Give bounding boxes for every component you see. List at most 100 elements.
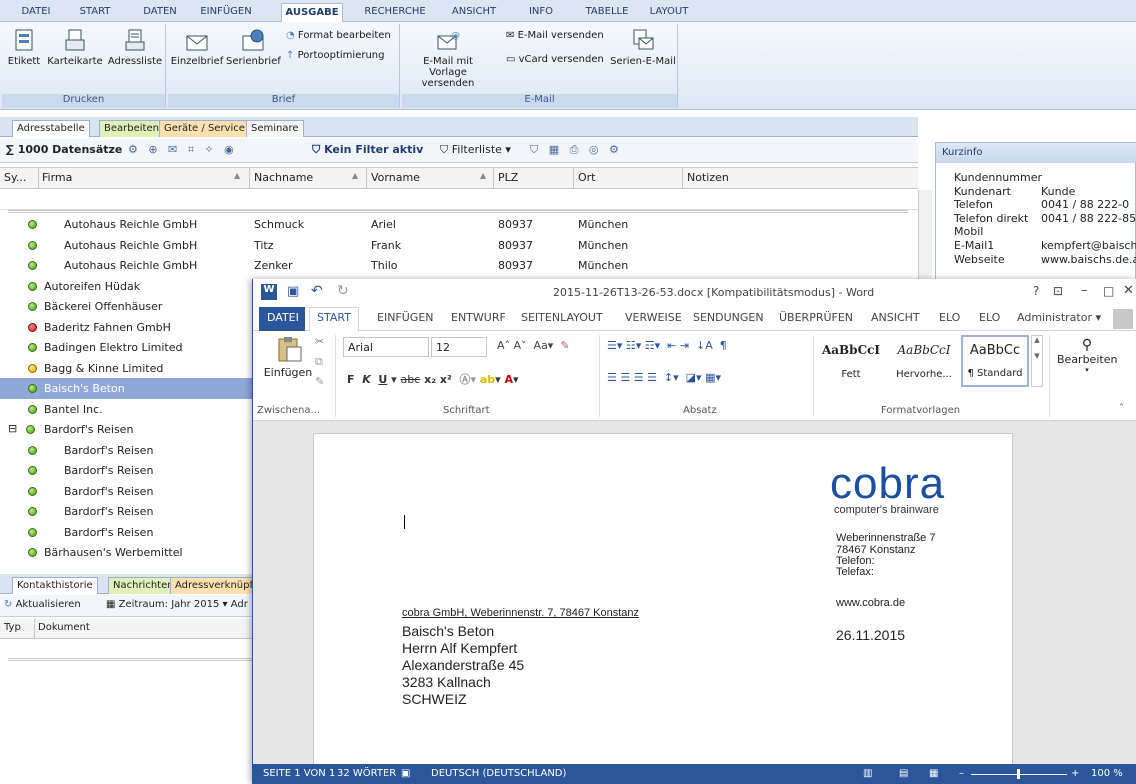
ribbon-tab-info[interactable]: INFO [523,3,559,22]
adressliste-button[interactable]: Adressliste [106,28,164,67]
ribbon-tab-recherche[interactable]: RECHERCHE [362,3,428,22]
karteikarte-button[interactable]: Karteikarte [46,28,104,67]
tab-seminare[interactable]: Seminare [246,120,304,137]
word-tab-elo-1[interactable]: ELO [939,311,960,324]
help-icon[interactable]: ? [1033,284,1039,298]
collapse-ribbon-icon[interactable]: ˄ [1119,403,1124,414]
word-tab-start[interactable]: START [317,311,351,324]
col-symbol[interactable]: Sy... [4,171,26,184]
font-name-select[interactable]: Arial [343,337,429,357]
zeitraum-dropdown[interactable]: ▦ Zeitraum: Jahr 2015 ▾ Adr [106,599,248,610]
tab-adressverknuepfung[interactable]: Adressverknüpfu [170,577,265,594]
col-firma[interactable]: Firma [42,171,72,184]
copy-icon[interactable]: ⧉ [315,355,323,369]
align-buttons[interactable]: ☰ ☰ ☰ ☰ ↕▾ ◪▾ ▦▾ [607,371,721,384]
col-notizen[interactable]: Notizen [687,171,729,184]
status-page[interactable]: SEITE 1 VON 1 [263,768,335,779]
styles-scroll[interactable]: ▲ ▼ [1031,335,1043,387]
web-layout-icon[interactable]: ▦ [929,768,938,779]
ribbon-tab-ansicht[interactable]: ANSICHT [447,3,501,22]
font-size-select[interactable]: 12 [431,337,487,357]
filter-status-button[interactable]: ⛉ Kein Filter aktiv [312,143,423,157]
zoom-level[interactable]: 100 % [1091,768,1123,779]
etikett-button[interactable]: Etikett [4,28,44,67]
bottom-tabstrip: Kontakthistorie Nachrichten Adressverknü… [0,574,265,594]
portooptimierung-button[interactable]: ↑ Portooptimierung [286,50,385,61]
table-row[interactable]: Autohaus Reichle GmbH Zenker Thilo 80937 Mün… [0,255,918,276]
col-typ[interactable]: Typ [4,622,21,633]
ribbon-tab-start[interactable]: START [70,3,120,22]
maximize-icon[interactable]: □ [1103,284,1114,298]
expand-toggle-icon[interactable]: ⊟ [8,422,17,435]
document-page[interactable]: cobra computer's brainware Weberinnenstr… [313,433,1013,768]
table-row[interactable]: Autohaus Reichle GmbH Schmuck Ariel 80937 Mü… [0,214,918,235]
tab-geraete-service[interactable]: Geräte / Service [159,120,250,137]
read-mode-icon[interactable]: ▥ [863,768,872,779]
word-user-menu[interactable]: Administrator ▾ [1017,311,1101,324]
style-standard[interactable]: AaBbCc ¶ Standard [961,335,1029,387]
vcard-versenden-button[interactable]: ▭ vCard versenden [506,54,604,65]
col-vorname[interactable]: Vorname [371,171,420,184]
tab-kontakthistorie[interactable]: Kontakthistorie [12,577,98,594]
tab-adresstabelle[interactable]: Adresstabelle [12,120,90,137]
save-icon[interactable]: ▣ [287,284,299,299]
bearbeiten-button[interactable]: ⚲ Bearbeiten ▾ [1057,337,1117,374]
email-vorlage-button[interactable]: @ E-Mail mit Vorlage versenden [402,28,494,89]
font-grow-icons[interactable]: A˄ A˅ Aa▾ ✎ [497,339,570,352]
ribbon-tab-daten[interactable]: DATEN [138,3,182,22]
format-painter-icon[interactable]: ✎ [315,375,324,388]
filter-row[interactable] [0,190,918,210]
toolbar-icons[interactable]: ⚙ ⊕ ✉ ⌗ ✧ ◉ [128,143,234,157]
zoom-in-icon[interactable]: + [1071,768,1079,779]
word-tab-einfuegen[interactable]: EINFÜGEN [377,311,434,324]
word-tab-sendungen[interactable]: SENDUNGEN [693,311,764,324]
col-plz[interactable]: PLZ [498,171,518,184]
filterliste-button[interactable]: ⛉ Filterliste ▾ [440,143,511,157]
ribbon-tab-einfuegen[interactable]: EINFÜGEN [196,3,256,22]
status-language[interactable]: DEUTSCH (DEUTSCHLAND) [431,768,566,779]
word-tab-ansicht[interactable]: ANSICHT [871,311,920,324]
status-words[interactable]: 32 WÖRTER [337,768,396,779]
avatar[interactable] [1113,309,1133,329]
undo-icon[interactable]: ↶ [311,283,323,299]
zoom-out-icon[interactable]: – [959,768,964,779]
tab-nachrichten[interactable]: Nachrichten [108,577,179,594]
cut-icon[interactable]: ✂ [315,335,324,348]
record-count: ∑ 1000 Datensätze [6,143,123,156]
style-hervorhebung[interactable]: AaBbCcI Hervorhe... [889,337,959,385]
col-ort[interactable]: Ort [578,171,596,184]
einzelbrief-button[interactable]: Einzelbrief [170,28,224,67]
col-nachname[interactable]: Nachname [254,171,313,184]
serien-email-button[interactable]: Serien-E-Mail [610,28,676,67]
ribbon-tab-tabelle[interactable]: TABELLE [581,3,633,22]
email-versenden-button[interactable]: ✉ E-Mail versenden [506,30,604,41]
word-tab-datei[interactable]: DATEI [267,311,299,324]
col-dokument[interactable]: Dokument [38,622,90,633]
close-icon[interactable]: ✕ [1123,283,1134,298]
word-tab-elo-2[interactable]: ELO [979,311,1000,324]
ribbon-display-icon[interactable]: ⊡ [1053,284,1063,298]
style-fett[interactable]: AaBbCcI Fett [819,337,883,385]
refresh-button[interactable]: ↻ Aktualisieren [4,599,81,610]
word-tab-verweise[interactable]: VERWEISE [625,311,682,324]
redo-icon[interactable]: ↻ [337,283,349,299]
font-format-buttons[interactable]: F K U ▾ abc x₂ x² Ⓐ▾ ab▾ A▾ [347,371,519,387]
list-buttons[interactable]: ☰▾ ☷▾ ☶▾ ⇤ ⇥ ↓A ¶ [607,339,727,352]
table-row[interactable]: Autohaus Reichle GmbH Titz Frank 80937 Münch… [0,235,918,256]
word-tab-seitenlayout[interactable]: SEITENLAYOUT [521,311,603,324]
serienbrief-button[interactable]: Serienbrief [226,28,281,67]
svg-text:@: @ [451,31,460,41]
ribbon-tab-datei[interactable]: DATEI [16,3,56,22]
word-tab-ueberpruefen[interactable]: ÜBERPRÜFEN [779,311,853,324]
word-tab-entwurf[interactable]: ENTWURF [451,311,506,324]
zoom-slider-thumb[interactable] [1017,769,1020,779]
minimize-icon[interactable]: – [1081,283,1088,298]
ribbon-tab-layout[interactable]: LAYOUT [647,3,691,22]
tab-bearbeiten[interactable]: Bearbeiten [99,120,164,137]
paste-button[interactable]: Einfügen [261,335,315,379]
ribbon-tab-ausgabe[interactable]: AUSGABE [281,3,343,22]
proofing-icon[interactable]: ▣ [401,768,410,779]
format-bearbeiten-button[interactable]: ◔ Format bearbeiten [286,30,391,41]
toolbar-icons-right[interactable]: ⛉ ▦ ⎙ ◎ ⚙ [530,143,619,157]
print-layout-icon[interactable]: ▤ [899,768,908,779]
